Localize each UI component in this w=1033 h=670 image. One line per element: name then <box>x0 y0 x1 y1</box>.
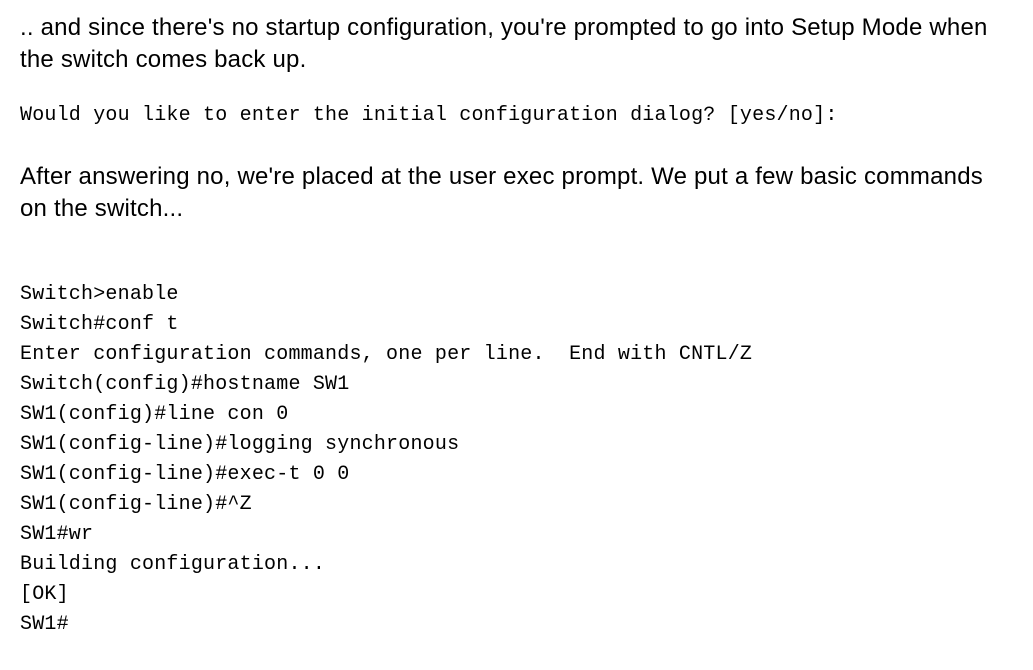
terminal-line: SW1(config-line)#^Z <box>20 493 252 516</box>
terminal-line: Switch(config)#hostname SW1 <box>20 373 349 396</box>
terminal-line: SW1#wr <box>20 523 93 546</box>
terminal-output: Switch>enable Switch#conf t Enter config… <box>20 250 1013 640</box>
terminal-line: Building configuration... <box>20 553 325 576</box>
terminal-line: SW1(config-line)#logging synchronous <box>20 433 459 456</box>
terminal-line: SW1(config-line)#exec-t 0 0 <box>20 463 349 486</box>
terminal-line: SW1(config)#line con 0 <box>20 403 288 426</box>
terminal-line: Switch>enable <box>20 283 179 306</box>
terminal-line: Switch#conf t <box>20 313 179 336</box>
terminal-line: [OK] <box>20 583 69 606</box>
intro-paragraph: .. and since there's no startup configur… <box>20 12 1013 77</box>
setup-prompt-line: Would you like to enter the initial conf… <box>20 101 1013 131</box>
terminal-line: SW1# <box>20 613 69 636</box>
terminal-line: Enter configuration commands, one per li… <box>20 343 752 366</box>
after-no-paragraph: After answering no, we're placed at the … <box>20 161 1013 226</box>
